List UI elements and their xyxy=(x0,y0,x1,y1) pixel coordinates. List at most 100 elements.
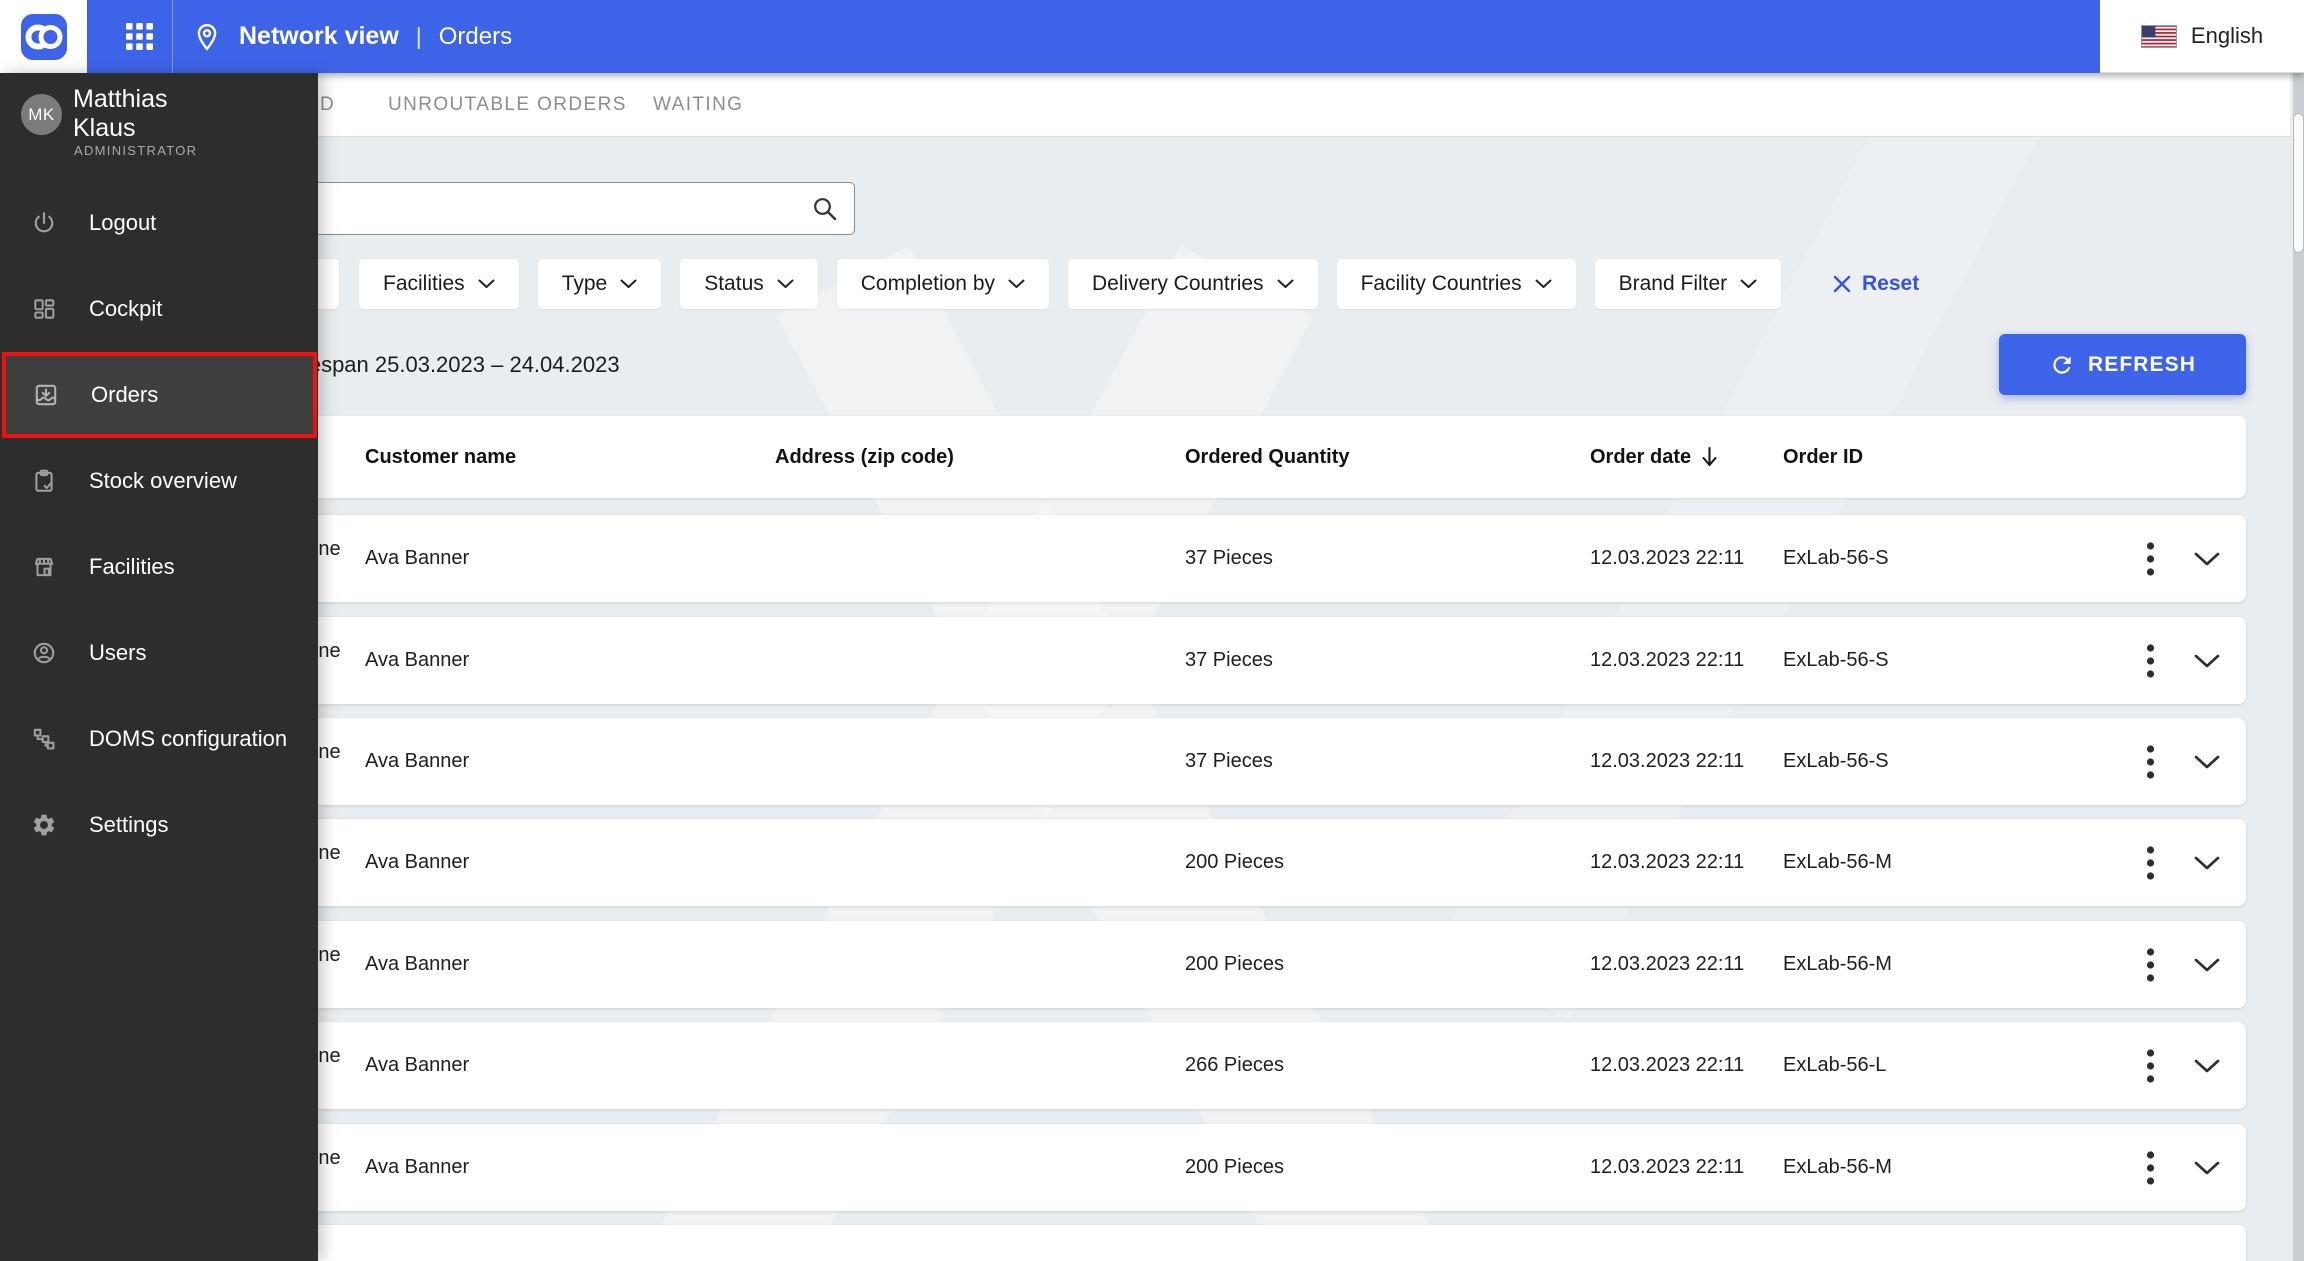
vertical-scrollbar-thumb[interactable] xyxy=(2293,113,2304,253)
row-order-id: ExLab-56-M xyxy=(1783,953,1892,975)
reset-filters-button[interactable]: Reset xyxy=(1832,259,1919,309)
search-icon[interactable] xyxy=(810,194,840,229)
row-menu-button[interactable] xyxy=(2133,1022,2167,1109)
kebab-icon xyxy=(2146,947,2154,982)
apps-grid-button[interactable] xyxy=(107,0,171,73)
column-customer-name[interactable]: Customer name xyxy=(365,416,516,498)
app-logo[interactable] xyxy=(0,0,87,73)
orders-tab-bar: D UNROUTABLE ORDERS WAITING xyxy=(0,73,2290,137)
kebab-icon xyxy=(2146,643,2154,678)
filter-label: Delivery Countries xyxy=(1092,272,1264,295)
header-title: Network view | Orders xyxy=(192,0,512,73)
filter-type[interactable]: Type xyxy=(537,259,662,309)
row-menu-button[interactable] xyxy=(2133,921,2167,1008)
language-selector[interactable]: English xyxy=(2100,0,2304,73)
column-address[interactable]: Address (zip code) xyxy=(775,416,954,498)
row-expand-button[interactable] xyxy=(2187,515,2227,602)
sidebar-item-logout[interactable]: Logout xyxy=(0,180,318,266)
row-expand-button[interactable] xyxy=(2187,921,2227,1008)
sidebar-item-label: Facilities xyxy=(89,554,175,579)
row-expand-button[interactable] xyxy=(2187,819,2227,906)
app-window: D UNROUTABLE ORDERS WAITING Facilities T… xyxy=(0,0,2304,1261)
power-icon xyxy=(34,212,54,233)
row-expand-button[interactable] xyxy=(2187,1124,2227,1211)
sidebar-menu: Logout Cockpit Orders Stock overview Fac… xyxy=(0,180,318,868)
row-menu-button[interactable] xyxy=(2133,617,2167,704)
chevron-down-icon xyxy=(2194,856,2220,869)
row-order-id: ExLab-56-S xyxy=(1783,750,1889,772)
tab-waiting[interactable]: WAITING xyxy=(653,73,743,137)
row-quantity: 266 Pieces xyxy=(1185,1054,1284,1076)
row-quantity: 37 Pieces xyxy=(1185,649,1273,671)
dashboard-icon xyxy=(34,299,55,319)
row-menu-button[interactable] xyxy=(2133,819,2167,906)
chevron-down-icon xyxy=(1008,279,1025,288)
row-expand-button[interactable] xyxy=(2187,1022,2227,1109)
row-menu-button[interactable] xyxy=(2133,718,2167,805)
sidebar-item-settings[interactable]: Settings xyxy=(0,782,318,868)
table-row: Ava Banner Am Dom 250667 CologneDE 200 P… xyxy=(205,819,2246,906)
column-ordered-quantity[interactable]: Ordered Quantity xyxy=(1185,416,1349,498)
filter-label: Status xyxy=(704,272,764,295)
row-order-date: 12.03.2023 22:11 xyxy=(1590,547,1745,569)
kebab-icon xyxy=(2146,1048,2154,1083)
row-address: Am Dom 2 xyxy=(205,1225,2246,1248)
column-order-date[interactable]: Order date xyxy=(1590,416,1719,498)
filter-status[interactable]: Status xyxy=(680,259,818,309)
tab-routed-partial[interactable]: D xyxy=(320,73,335,137)
row-order-id: ExLab-56-S xyxy=(1783,547,1889,569)
filter-label: Facility Countries xyxy=(1360,272,1522,295)
title-separator: | xyxy=(415,23,422,49)
page-title: Orders xyxy=(438,22,513,50)
table-row: Ava Banner Am Dom 250667 CologneDE 266 P… xyxy=(205,1022,2246,1109)
sidebar-item-doms-configuration[interactable]: DOMS configuration xyxy=(0,696,318,782)
chevron-down-icon xyxy=(2194,755,2220,768)
sidebar-item-orders[interactable]: Orders xyxy=(2,352,317,438)
row-customer: Ava Banner xyxy=(365,1054,470,1076)
row-menu-button[interactable] xyxy=(2133,515,2167,602)
refresh-button[interactable]: REFRESH xyxy=(1999,334,2246,395)
user-circle-icon xyxy=(33,642,55,664)
map-pin-icon xyxy=(197,23,217,51)
row-order-date: 12.03.2023 22:11 xyxy=(1590,1156,1745,1178)
sidebar-item-label: Stock overview xyxy=(89,468,237,493)
filter-brand[interactable]: Brand Filter xyxy=(1594,259,1782,309)
row-customer: Ava Banner xyxy=(365,953,470,975)
filter-completion-by[interactable]: Completion by xyxy=(836,259,1049,309)
row-menu-button[interactable] xyxy=(2133,1124,2167,1211)
table-row: Ava Banner Am Dom 250667 CologneDE 200 P… xyxy=(205,1124,2246,1211)
row-expand-button[interactable] xyxy=(2187,718,2227,805)
user-name: Matthias Klaus xyxy=(73,85,168,142)
tab-unroutable-orders[interactable]: UNROUTABLE ORDERS xyxy=(388,73,627,137)
chevron-down-icon xyxy=(1740,279,1757,288)
table-header: Customer name Address (zip code) Ordered… xyxy=(205,416,2246,498)
row-expand-button[interactable] xyxy=(2187,617,2227,704)
user-role: ADMINISTRATOR xyxy=(74,143,198,158)
sidebar-item-users[interactable]: Users xyxy=(0,610,318,696)
filter-delivery-countries[interactable]: Delivery Countries xyxy=(1068,259,1318,309)
table-row: Am Dom 2 xyxy=(205,1225,2246,1261)
sidebar-item-facilities[interactable]: Facilities xyxy=(0,524,318,610)
language-label: English xyxy=(2190,23,2264,48)
table-row: Ava Banner Am Dom 250667 CologneDE 37 Pi… xyxy=(205,617,2246,704)
brand-logo-icon xyxy=(20,13,67,60)
table-row: Ava Banner Am Dom 250667 CologneDE 37 Pi… xyxy=(205,718,2246,805)
filter-label: Brand Filter xyxy=(1618,272,1728,295)
sidebar-item-stock-overview[interactable]: Stock overview xyxy=(0,438,318,524)
gear-icon xyxy=(33,814,55,836)
sidebar-item-cockpit[interactable]: Cockpit xyxy=(0,266,318,352)
chevron-down-icon xyxy=(2194,552,2220,565)
sidebar-item-label: Users xyxy=(89,640,147,665)
chevron-down-icon xyxy=(2194,654,2220,667)
filter-facility-countries[interactable]: Facility Countries xyxy=(1336,259,1576,309)
row-order-date: 12.03.2023 22:11 xyxy=(1590,1054,1745,1076)
chevron-down-icon xyxy=(1535,279,1552,288)
sidebar-item-label: Settings xyxy=(89,812,169,837)
kebab-icon xyxy=(2146,1150,2154,1185)
row-customer: Ava Banner xyxy=(365,851,470,873)
sidebar-item-label: DOMS configuration xyxy=(89,726,288,751)
row-order-date: 12.03.2023 22:11 xyxy=(1590,649,1745,671)
column-order-id[interactable]: Order ID xyxy=(1783,416,1863,498)
row-order-date: 12.03.2023 22:11 xyxy=(1590,750,1745,772)
filter-facilities[interactable]: Facilities xyxy=(359,259,519,309)
